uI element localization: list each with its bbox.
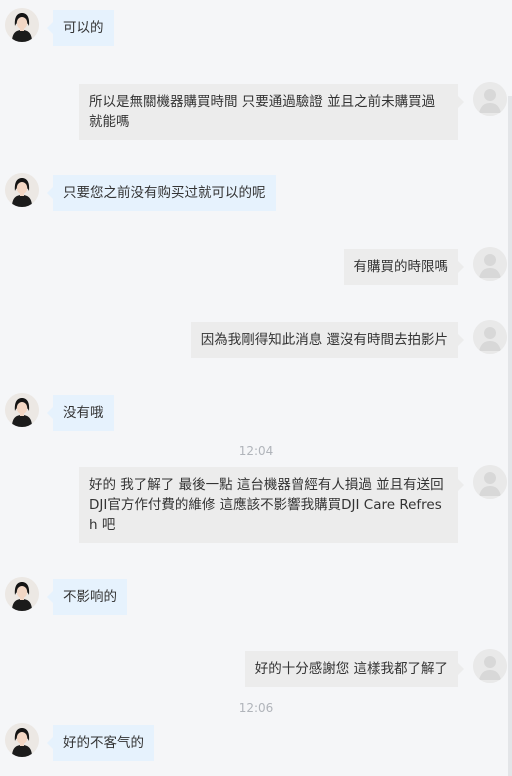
message-bubble-agent: 可以的 [47, 10, 114, 46]
agent-avatar-icon[interactable] [5, 577, 39, 611]
message-bubble-user: 因為我剛得知此消息 還沒有時間去拍影片 [190, 322, 464, 358]
message-text: 有購買的時限嗎 [353, 259, 449, 275]
message-bubble-user: 所以是無關機器購買時間 只要通過驗證 並且之前未購買過就能嗎 [79, 84, 464, 140]
agent-avatar-icon[interactable] [5, 8, 39, 42]
message-text: 好的不客气的 [63, 735, 144, 751]
scrollbar[interactable] [508, 96, 512, 776]
message-text: 好的 我了解了 最後一點 這台機器曾經有人損過 並且有送回DJI官方作付費的維修… [89, 477, 444, 533]
agent-avatar-icon[interactable] [5, 173, 39, 207]
message-bubble-user: 好的十分感謝您 這樣我都了解了 [244, 651, 464, 687]
message-text: 可以的 [63, 20, 104, 36]
user-avatar-icon[interactable] [473, 82, 507, 116]
message-bubble-agent: 不影响的 [47, 579, 127, 615]
agent-avatar-icon[interactable] [5, 723, 39, 757]
message-bubble-user: 好的 我了解了 最後一點 這台機器曾經有人損過 並且有送回DJI官方作付費的維修… [79, 467, 464, 543]
message-bubble-agent: 好的不客气的 [47, 725, 154, 761]
user-avatar-icon[interactable] [473, 247, 507, 281]
message-text: 不影响的 [63, 589, 117, 605]
user-avatar-icon[interactable] [473, 465, 507, 499]
timestamp: 12:06 [238, 701, 274, 715]
message-text: 因為我剛得知此消息 還沒有時間去拍影片 [200, 332, 448, 348]
message-text: 好的十分感謝您 這樣我都了解了 [254, 661, 448, 677]
user-avatar-icon[interactable] [473, 649, 507, 683]
message-bubble-agent: 没有哦 [47, 395, 114, 431]
message-bubble-agent: 只要您之前没有购买过就可以的呢 [47, 175, 276, 211]
message-text: 所以是無關機器購買時間 只要通過驗證 並且之前未購買過就能嗎 [89, 94, 436, 130]
message-text: 只要您之前没有购买过就可以的呢 [63, 185, 266, 201]
user-avatar-icon[interactable] [473, 320, 507, 354]
message-bubble-user: 有購買的時限嗎 [343, 249, 464, 285]
timestamp: 12:04 [238, 444, 274, 458]
agent-avatar-icon[interactable] [5, 393, 39, 427]
message-text: 没有哦 [63, 405, 104, 421]
chat-conversation[interactable]: 可以的 所以是無關機器購買時間 只要通過驗證 並且之前未購買過就能嗎 只要您之前… [0, 0, 512, 776]
